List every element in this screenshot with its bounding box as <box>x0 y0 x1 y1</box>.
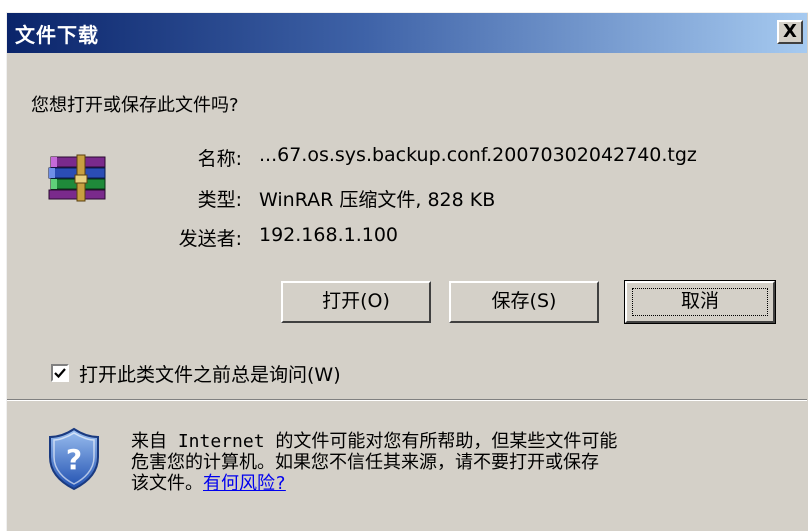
sender-label: 发送者: <box>178 228 242 250</box>
svg-text:?: ? <box>66 443 82 476</box>
divider <box>7 399 807 401</box>
security-shield-question-icon: ? <box>47 427 101 491</box>
always-ask-checkbox[interactable] <box>51 364 69 382</box>
cancel-button[interactable]: 取消 <box>624 280 776 324</box>
sender-value: 192.168.1.100 <box>259 224 399 246</box>
security-warning-text: 来自 Internet 的文件可能对您有所帮助，但某些文件可能 危害您的计算机。… <box>131 431 791 494</box>
close-button[interactable]: X <box>777 20 803 44</box>
file-type-value: WinRAR 压缩文件, 828 KB <box>259 189 496 211</box>
warning-line-3: 该文件。有何风险? <box>131 473 791 494</box>
window-title: 文件下载 <box>15 23 99 47</box>
open-button[interactable]: 打开(O) <box>281 281 431 323</box>
file-name-value: ...67.os.sys.backup.conf.20070302042740.… <box>259 144 697 166</box>
warning-line-2: 危害您的计算机。如果您不信任其来源，请不要打开或保存 <box>131 452 599 473</box>
checkmark-icon <box>54 368 66 379</box>
type-label: 类型: <box>197 189 242 211</box>
what-is-the-risk-link[interactable]: 有何风险? <box>203 473 286 494</box>
warning-line-1: 来自 Internet 的文件可能对您有所帮助，但某些文件可能 <box>131 431 618 452</box>
winrar-archive-icon <box>47 153 111 203</box>
title-bar[interactable]: 文件下载 X <box>7 13 807 53</box>
name-label: 名称: <box>197 148 242 170</box>
save-button[interactable]: 保存(S) <box>449 281 599 323</box>
file-download-dialog: 文件下载 X 您想打开或保存此文件吗? 名称: ...67.os.sys.bac… <box>6 12 808 531</box>
always-ask-label[interactable]: 打开此类文件之前总是询问(W) <box>79 360 341 387</box>
focus-rectangle <box>632 288 768 316</box>
warning-line-3-text: 该文件。 <box>131 473 203 494</box>
prompt-question: 您想打开或保存此文件吗? <box>31 95 239 116</box>
